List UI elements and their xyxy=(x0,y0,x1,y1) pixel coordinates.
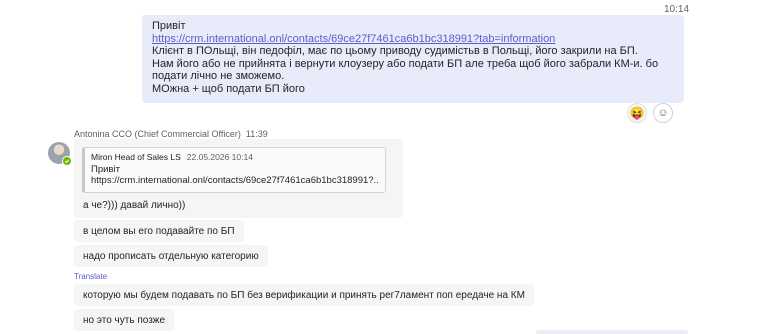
laughing-emoji-icon: 😝 xyxy=(629,106,645,120)
sender-timestamp: 11:39 xyxy=(245,129,268,139)
add-reaction-button[interactable]: ☺ xyxy=(653,103,673,123)
add-reaction-icon: ☺ xyxy=(657,107,669,119)
sender-name: Antonina CCO (Chief Commercial Officer) xyxy=(74,129,241,139)
translate-link[interactable]: Translate xyxy=(74,272,107,281)
quoted-author: Miron Head of Sales LS xyxy=(91,152,181,162)
presence-available-icon xyxy=(62,156,72,166)
message-body: Клієнт в ПОльщі, він педофіл, має по цьо… xyxy=(152,45,659,95)
crm-contact-link[interactable]: https://crm.international.onl/contacts/6… xyxy=(152,33,674,46)
quoted-message[interactable]: Miron Head of Sales LS 22.05.2026 10:14 П… xyxy=(82,147,386,193)
sender-header: Antonina CCO (Chief Commercial Officer) 1… xyxy=(74,129,268,139)
reply-message[interactable]: Miron Head of Sales LS 22.05.2026 10:14 П… xyxy=(74,139,403,218)
quoted-link: https://crm.international.onl/contacts/6… xyxy=(91,175,379,186)
next-message-edge xyxy=(536,330,688,334)
outgoing-timestamp: 10:14 xyxy=(664,4,690,15)
chat-message[interactable]: в целом вы его подавайте по БП xyxy=(74,220,244,242)
chat-message[interactable]: но это чуть позже xyxy=(74,309,175,331)
chat-message[interactable]: надо прописать отдельную категорию xyxy=(74,245,268,267)
quoted-timestamp: 22.05.2026 10:14 xyxy=(186,152,253,162)
outgoing-message[interactable]: Привіт https://crm.international.onl/con… xyxy=(142,15,684,103)
chat-message[interactable]: которую мы будем подавать по БП без вери… xyxy=(74,284,534,306)
reaction-laughing-emoji-icon[interactable]: 😝 xyxy=(627,103,647,123)
quoted-text: Привіт xyxy=(91,163,120,175)
reply-text: а че?))) давай лично)) xyxy=(83,200,186,211)
message-greeting: Привіт xyxy=(152,20,186,32)
